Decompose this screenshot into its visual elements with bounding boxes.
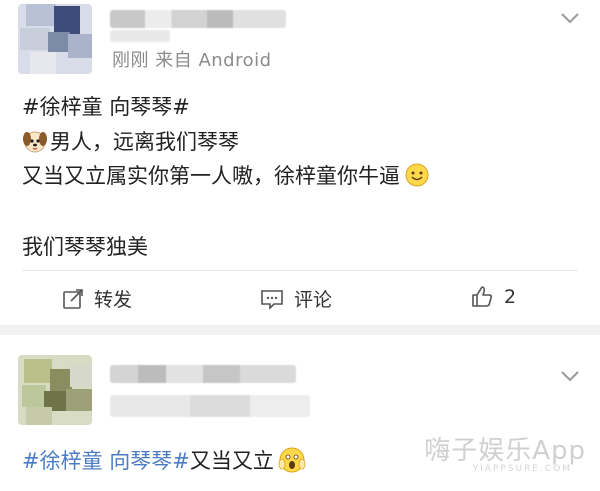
repost-label: 转发 xyxy=(94,289,133,311)
username-blurred[interactable] xyxy=(110,10,286,28)
post-text-line-1: #徐梓童 向琴琴#又当又立 xyxy=(22,445,306,475)
like-icon xyxy=(472,286,493,307)
post-separator xyxy=(0,325,600,335)
username-blurred-2 xyxy=(110,395,310,417)
like-count: 2 xyxy=(504,286,517,308)
watermark-sub: YIAPPSURE.COM xyxy=(472,464,572,474)
comment-button[interactable]: 评论 xyxy=(260,285,332,312)
avatar[interactable] xyxy=(18,4,92,74)
hashtag-link[interactable]: #徐梓童 向琴琴# xyxy=(22,91,190,121)
smile-emoji-icon xyxy=(405,163,429,187)
post-meta: 刚刚 来自 Android xyxy=(112,50,272,71)
chevron-down-icon[interactable] xyxy=(560,369,580,383)
post-text-line-1: 男人，远离我们琴琴 xyxy=(22,126,239,156)
watermark: 嗨子娱乐App xyxy=(424,436,586,466)
dog-emoji-icon xyxy=(23,131,47,153)
hashtag-link[interactable]: #徐梓童 向琴琴# xyxy=(22,449,190,473)
avatar[interactable] xyxy=(18,355,92,425)
repost-button[interactable]: 转发 xyxy=(62,285,132,312)
post-text: 又当又立 xyxy=(189,449,274,473)
post-text-1: 男人，远离我们琴琴 xyxy=(50,130,239,154)
like-button[interactable]: 2 xyxy=(470,285,516,309)
username-blurred[interactable] xyxy=(110,365,296,383)
divider xyxy=(22,270,578,271)
weibo-post-1: 刚刚 来自 Android #徐梓童 向琴琴# 男人，远离我们琴琴 又当又立属实… xyxy=(0,0,600,325)
post-text-line-3: 我们琴琴独美 xyxy=(22,235,148,259)
post-text-2: 又当又立属实你第一人嗷，徐梓童你牛逼 xyxy=(22,164,400,188)
username-blurred-2 xyxy=(110,30,170,42)
repost-icon xyxy=(63,288,83,309)
chevron-down-icon[interactable] xyxy=(560,11,580,25)
comment-label: 评论 xyxy=(294,289,333,311)
post-text-line-2: 又当又立属实你第一人嗷，徐梓童你牛逼 xyxy=(22,160,430,190)
comment-icon xyxy=(261,289,283,310)
scream-emoji-icon xyxy=(278,447,306,473)
